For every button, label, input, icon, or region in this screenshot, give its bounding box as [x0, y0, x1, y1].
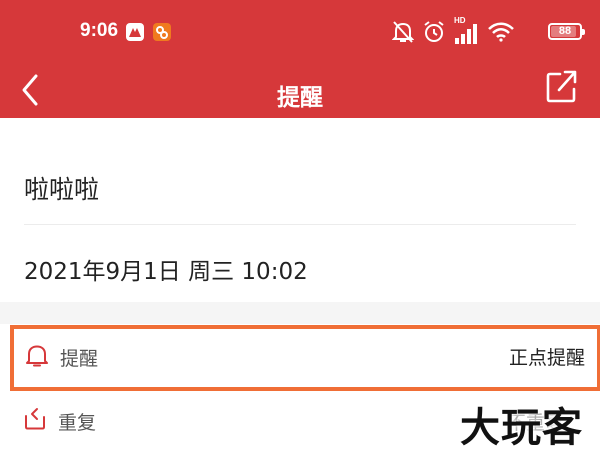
bell-icon: [24, 342, 50, 368]
nav-bar: 提醒: [0, 66, 600, 118]
reminder-label: 提醒: [60, 348, 99, 370]
reminder-value: 正点提醒: [508, 347, 585, 369]
repeat-label: 重复: [58, 412, 97, 434]
status-bar: 9:06 HD 88: [0, 0, 600, 66]
alarm-icon: [422, 20, 446, 48]
app-notification-icon-2: [153, 23, 171, 41]
mute-icon: [391, 20, 415, 48]
section-divider: [0, 302, 600, 324]
battery-icon: 88: [548, 23, 585, 40]
watermark-logo: 大玩客: [460, 405, 583, 451]
share-button[interactable]: [542, 68, 582, 108]
battery-level: 88: [558, 25, 572, 37]
event-title-row[interactable]: 啦啦啦: [24, 150, 576, 225]
status-icons: HD 88: [391, 16, 585, 48]
app-notification-icon: [126, 23, 144, 41]
page-title: 提醒: [277, 85, 323, 111]
status-time: 9:06: [80, 20, 119, 41]
event-title: 啦啦啦: [24, 175, 100, 204]
repeat-icon: [22, 406, 48, 432]
signal-icon: [454, 24, 478, 48]
reminder-setting-row[interactable]: 提醒 正点提醒: [10, 325, 600, 391]
share-icon: [546, 70, 577, 103]
event-datetime[interactable]: 2021年9月1日 周三 10:02: [24, 252, 308, 286]
wifi-icon: [488, 22, 514, 46]
